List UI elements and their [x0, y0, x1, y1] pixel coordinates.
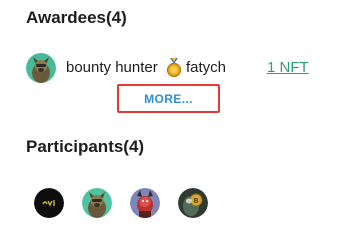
participant-avatar-4[interactable]: B [178, 188, 208, 218]
participant-avatar-2[interactable] [82, 188, 112, 218]
awardees-heading: Awardees(4) [26, 8, 127, 27]
nft-reward-link[interactable]: 1 NFT [267, 59, 309, 77]
awardee-name[interactable]: bounty hunter [66, 59, 158, 77]
awardee-handle[interactable]: fatych [186, 59, 226, 77]
participants-avatar-list: B [34, 188, 234, 218]
awardee-avatar[interactable] [26, 53, 56, 83]
participant-avatar-3[interactable] [130, 188, 160, 218]
awardee-row: bounty hunter fatych 1 NFT [26, 53, 316, 83]
more-button[interactable]: MORE... [119, 86, 218, 111]
participants-heading: Participants(4) [26, 137, 145, 156]
svg-text:B: B [193, 197, 198, 205]
gold-medal-icon [166, 58, 182, 78]
participant-avatar-1[interactable] [34, 188, 64, 218]
more-highlight-box: MORE... [117, 84, 220, 113]
